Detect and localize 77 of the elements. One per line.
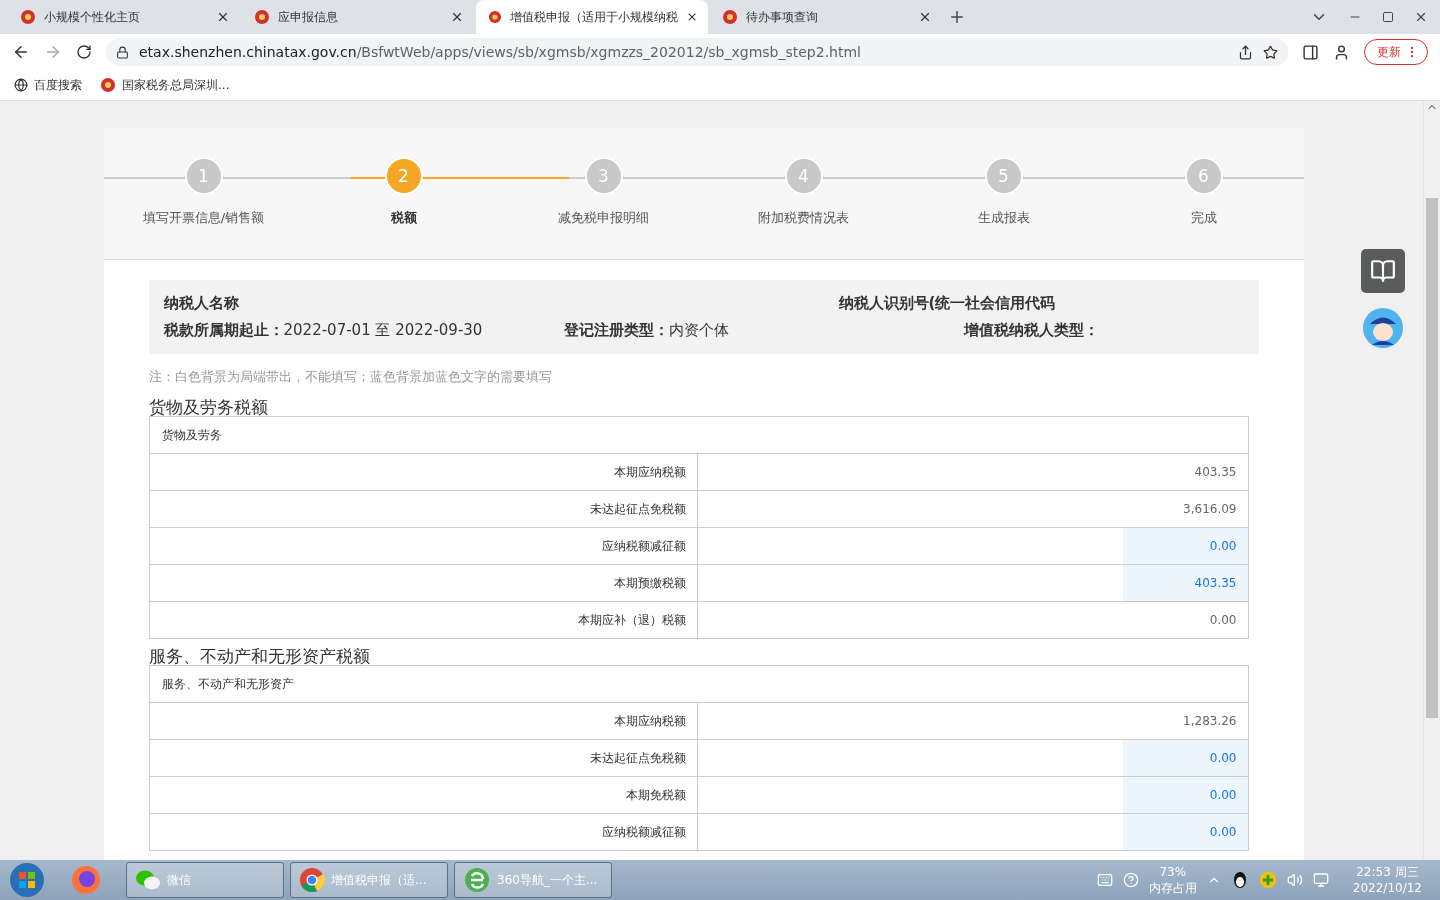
share-icon[interactable] [1238,44,1253,60]
field-value: 内资个体 [668,321,729,340]
field-label: 登记注册类型： [563,321,669,340]
table-header: 货物及劳务 [149,417,1248,454]
firefox-icon[interactable] [70,864,102,896]
table-cell: 本期应纳税额 [149,703,698,739]
field-value: 2022-07-01 至 2022-09-30 [283,321,483,340]
emblem-icon [254,9,270,25]
field-label: 纳税人名称 [163,294,240,313]
clock-time: 22:53 周三 [1356,864,1419,880]
field-label: 纳税人识别号(统一社会信用代码 [838,294,1057,313]
step-label: 减免税申报明细 [558,209,649,227]
step-label: 填写开票信息/销售额 [142,209,265,227]
emblem-icon [20,9,36,25]
table-cell-text: 0.00 [1209,612,1238,629]
emblem-icon [488,9,502,25]
memory-percent: 73% [1159,864,1187,880]
browser-tab[interactable]: 小规模个性化主页 [8,0,240,34]
close-icon[interactable] [918,10,932,24]
table-cell: 应纳税额减征额 [149,814,698,850]
table-cell: 本期预缴税额 [149,565,698,601]
note-text: 注：白色背景为局端带出，不能填写；蓝色背景加蓝色文字的需要填写 [148,368,553,386]
lock-icon [116,45,129,59]
input-field[interactable]: 0.00 [1122,814,1248,850]
step-label: 附加税费情况表 [758,209,849,227]
update-button[interactable]: 更新 [1364,39,1428,65]
book-button[interactable] [1361,249,1405,293]
field-label: 税款所属期起止： [163,321,284,340]
step-label: 税额 [390,209,417,227]
maximize-icon[interactable] [1382,11,1394,23]
close-icon[interactable] [216,10,230,24]
step-label: 完成 [1190,209,1217,227]
assistant-avatar-icon[interactable] [1362,307,1404,349]
input-field[interactable]: 0.00 [1122,740,1248,776]
e-globe-icon [463,866,491,894]
close-icon[interactable] [1414,10,1428,24]
scrollbar-thumb[interactable] [1426,198,1438,718]
emblem-icon [100,77,116,93]
table-header: 服务、不动产和无形资产 [149,666,1248,703]
clock-date: 2022/10/12 [1352,880,1422,896]
table-cell: 未达起征点免税额 [149,491,698,527]
close-icon[interactable] [450,10,464,24]
keyboard-icon [1096,872,1113,888]
chrome-icon [299,867,325,893]
reload-icon[interactable] [76,44,92,60]
field-label: 增值税纳税人类型： [963,321,1099,340]
browser-tab[interactable]: 待办事项查询 [710,0,942,34]
section-title: 服务、不动产和无形资产税额 [148,647,371,665]
back-icon[interactable] [12,43,30,61]
bookmark-link[interactable]: 百度搜索 [14,76,82,94]
browser-tab[interactable]: 增值税申报（适用于小规模纳税 [476,0,708,34]
table-cell: 本期应纳税额 [149,454,698,490]
table-cell-text: 1,283.26 [1183,713,1238,730]
memory-label: 内存占用 [1148,880,1197,896]
star-icon[interactable] [1263,44,1278,60]
table-cell: 本期应补（退）税额 [149,602,698,638]
step-label: 生成报表 [977,209,1030,227]
profile-icon[interactable] [1333,43,1350,61]
table-cell-text: 403.35 [1194,464,1238,481]
new-tab-icon[interactable] [948,8,966,26]
step-number: 2 [384,157,423,195]
input-field[interactable]: 0.00 [1122,777,1248,813]
input-field[interactable]: 403.35 [1122,565,1248,601]
section-title: 货物及劳务税额 [148,398,269,416]
book-icon [1370,258,1396,284]
emblem-icon [722,9,738,25]
side-panel-icon[interactable] [1302,43,1319,61]
table-cell: 未达起征点免税额 [149,740,698,776]
table-cell: 应纳税额减征额 [149,528,698,564]
chat-bubbles-icon [135,868,161,892]
start-button[interactable] [8,861,46,899]
table-cell-text: 3,616.09 [1183,501,1238,518]
browser-tab[interactable]: 应申报信息 [242,0,474,34]
input-field[interactable]: 0.00 [1122,528,1248,564]
table-cell: 本期免税额 [149,777,698,813]
globe-icon [14,78,28,92]
bookmark-link[interactable]: 国家税务总局深圳... [100,76,230,94]
